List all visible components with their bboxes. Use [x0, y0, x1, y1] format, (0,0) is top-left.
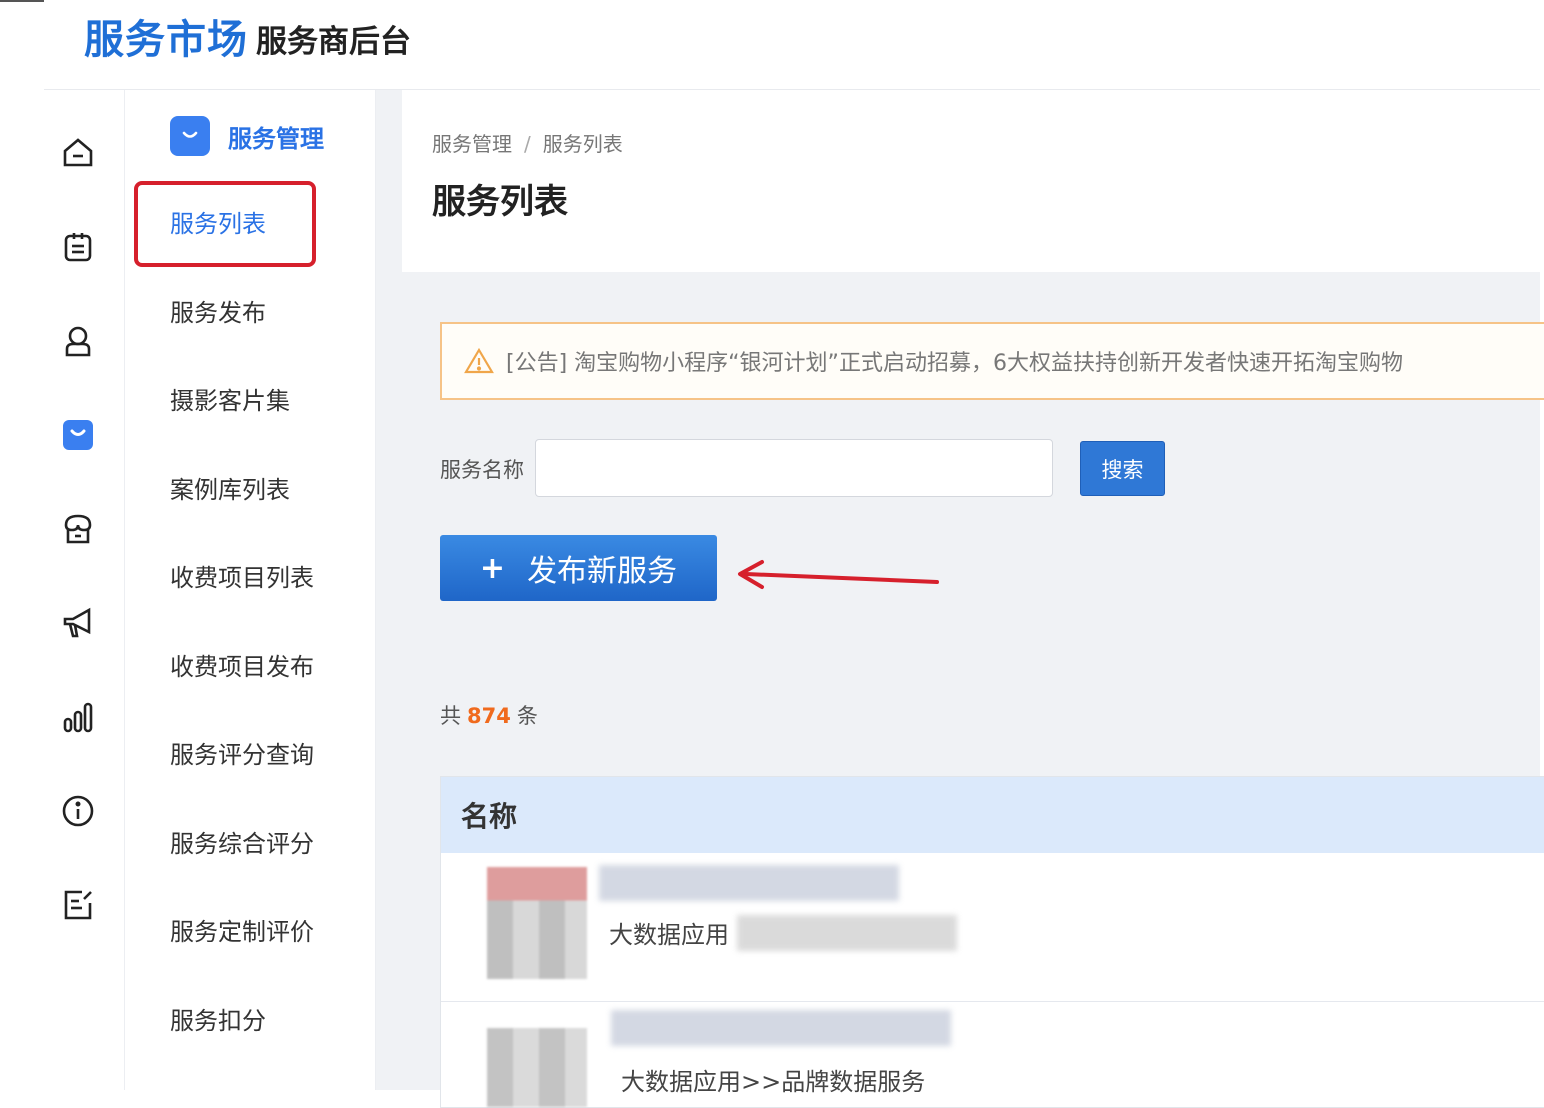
service-thumbnail — [487, 1028, 587, 1107]
window-corner-mark — [0, 0, 44, 2]
service-category: 大数据应用>>品牌数据服务 — [621, 1068, 926, 1096]
service-category: 大数据应用 — [609, 921, 729, 949]
layout-gutter — [376, 90, 402, 1090]
total-prefix: 共 — [440, 704, 461, 728]
menu-item-custom-review[interactable]: 服务定制评价 — [170, 916, 314, 948]
backend-title: 服务商后台 — [256, 24, 411, 60]
announcement-text: [公告] 淘宝购物小程序“银河计划”正式启动招募，6大权益扶持创新开发者快速开拓… — [506, 351, 1403, 376]
icon-rail — [44, 90, 125, 1090]
table-row[interactable]: 大数据应用 — [441, 853, 1544, 1001]
service-management-submenu: 服务管理 服务列表 服务发布 摄影客片集 案例库列表 收费项目列表 收费项目发布… — [125, 90, 376, 1090]
menu-item-fee-list[interactable]: 收费项目列表 — [170, 562, 314, 594]
page-title: 服务列表 — [432, 182, 568, 222]
megaphone-icon[interactable] — [60, 605, 96, 641]
menu-item-case-library[interactable]: 案例库列表 — [170, 474, 290, 506]
announcement-banner[interactable]: [公告] 淘宝购物小程序“银河计划”正式启动招募，6大权益扶持创新开发者快速开拓… — [440, 322, 1544, 400]
table-header: 名称 — [441, 777, 1544, 853]
breadcrumb: 服务管理 / 服务列表 — [432, 128, 623, 157]
search-label: 服务名称 — [440, 458, 524, 482]
breadcrumb-parent[interactable]: 服务管理 — [432, 132, 512, 156]
clipboard-icon[interactable] — [60, 229, 96, 265]
menu-item-service-publish[interactable]: 服务发布 — [170, 297, 266, 329]
menu-item-service-list[interactable]: 服务列表 — [170, 208, 266, 240]
shopping-bag-icon[interactable] — [60, 417, 96, 453]
service-market-logo[interactable]: 服务市场 — [84, 14, 248, 66]
menu-item-photo-collection[interactable]: 摄影客片集 — [170, 385, 290, 417]
breadcrumb-separator: / — [524, 132, 531, 156]
store-icon[interactable] — [60, 511, 96, 547]
user-icon[interactable] — [60, 323, 96, 359]
menu-item-overall-rating[interactable]: 服务综合评分 — [170, 828, 314, 860]
publish-button-label: 发布新服务 — [527, 554, 678, 589]
annotation-arrow-icon — [738, 560, 939, 589]
total-count: 共 874 条 — [440, 700, 538, 730]
column-header-name: 名称 — [461, 800, 518, 833]
shopping-bag-icon — [170, 116, 210, 156]
redacted-service-name — [611, 1010, 951, 1046]
plus-icon: + — [479, 550, 506, 586]
service-table: 名称 大数据应用 大数据应用>>品牌数据服务 — [440, 776, 1544, 1108]
service-name-input[interactable] — [535, 439, 1053, 497]
edit-list-icon[interactable] — [60, 887, 96, 923]
service-thumbnail — [487, 867, 587, 979]
submenu-header: 服务管理 — [170, 116, 324, 156]
total-number: 874 — [467, 704, 511, 728]
page-header: 服务管理 / 服务列表 服务列表 — [402, 90, 1540, 272]
menu-item-deductions[interactable]: 服务扣分 — [170, 1005, 266, 1037]
info-icon[interactable] — [60, 793, 96, 829]
warning-icon — [464, 347, 494, 374]
redacted-service-name — [599, 865, 899, 901]
menu-item-rating-query[interactable]: 服务评分查询 — [170, 739, 314, 771]
menu-item-fee-publish[interactable]: 收费项目发布 — [170, 651, 314, 683]
redacted-detail — [737, 915, 957, 951]
submenu-title: 服务管理 — [228, 124, 324, 153]
search-button[interactable]: 搜索 — [1080, 441, 1165, 496]
bar-chart-icon[interactable] — [60, 699, 96, 735]
total-suffix: 条 — [516, 704, 538, 728]
main-content: [公告] 淘宝购物小程序“银河计划”正式启动招募，6大权益扶持创新开发者快速开拓… — [402, 272, 1544, 1108]
breadcrumb-current: 服务列表 — [542, 132, 623, 156]
home-icon[interactable] — [60, 134, 96, 170]
table-row[interactable]: 大数据应用>>品牌数据服务 — [441, 1002, 1544, 1107]
publish-new-service-button[interactable]: + 发布新服务 — [440, 535, 717, 601]
